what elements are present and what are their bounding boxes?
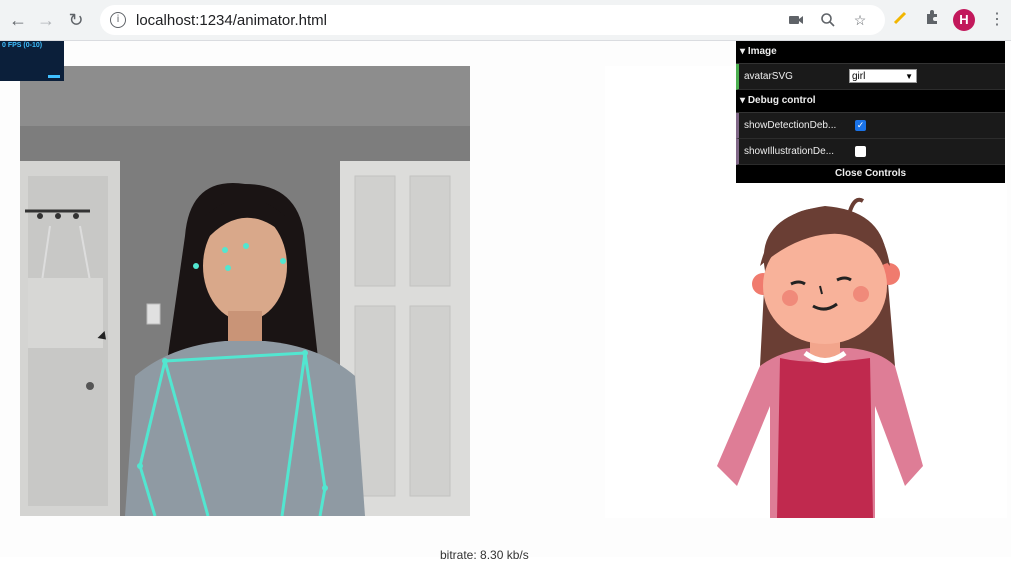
image-folder[interactable]: ▾ Image	[736, 41, 1005, 64]
chevron-down-icon: ▼	[905, 72, 913, 81]
browser-toolbar: ← → ↻ i localhost:1234/animator.html ☆ H…	[0, 0, 1011, 41]
show-detection-label: showDetectionDeb...	[744, 120, 837, 131]
address-bar[interactable]: i localhost:1234/animator.html ☆	[100, 5, 885, 35]
avatar-svg-label: avatarSVG	[744, 71, 793, 82]
avatar-svg-row: avatarSVG girl ▼	[736, 64, 1005, 90]
close-controls-button[interactable]: Close Controls	[736, 165, 1005, 183]
fps-meter: 0 FPS (0-10)	[0, 41, 64, 81]
webcam-scene	[20, 66, 470, 516]
image-folder-title: Image	[747, 46, 777, 57]
menu-kebab-icon[interactable]: ⋮	[986, 9, 1008, 31]
show-illustration-label: showIllustrationDe...	[744, 146, 835, 157]
avatar-svg-select[interactable]: girl ▼	[849, 69, 917, 83]
show-detection-checkbox[interactable]: ✓	[855, 120, 866, 131]
profile-avatar[interactable]: H	[953, 9, 975, 31]
avatar-svg-value: girl	[852, 71, 866, 82]
back-icon[interactable]: ←	[6, 8, 30, 32]
show-detection-row: showDetectionDeb... ✓	[736, 113, 1005, 139]
extensions-puzzle-icon[interactable]	[921, 9, 943, 31]
debug-folder[interactable]: ▾ Debug control	[736, 90, 1005, 113]
controls-panel: ▾ Image avatarSVG girl ▼ ▾ Debug control…	[736, 41, 1005, 183]
reload-icon[interactable]: ↻	[64, 8, 88, 32]
webcam-video	[20, 66, 470, 516]
url-text[interactable]: localhost:1234/animator.html	[136, 12, 327, 29]
camera-icon[interactable]	[788, 12, 804, 28]
show-illustration-row: showIllustrationDe...	[736, 139, 1005, 165]
zoom-icon[interactable]	[820, 12, 836, 28]
forward-icon[interactable]: →	[34, 8, 58, 32]
pencil-extension-icon[interactable]	[889, 9, 911, 31]
bitrate-text: bitrate: 8.30 kb/s	[440, 548, 529, 562]
fps-bar	[48, 75, 60, 78]
show-illustration-checkbox[interactable]	[855, 146, 866, 157]
fps-label: 0 FPS (0-10)	[2, 42, 43, 49]
info-icon[interactable]: i	[110, 12, 126, 28]
debug-folder-title: Debug control	[747, 95, 816, 106]
bookmark-star-icon[interactable]: ☆	[852, 12, 868, 28]
